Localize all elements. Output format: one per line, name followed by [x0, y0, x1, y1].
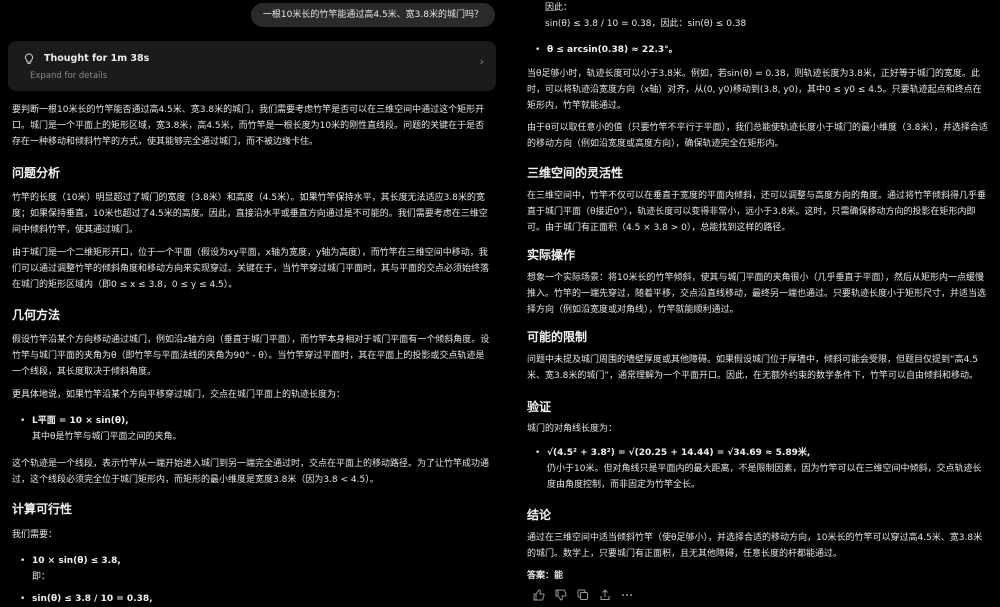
thought-subtitle: Expand for details: [30, 71, 108, 81]
verify-intro: 城门的对角线长度为：: [527, 424, 618, 434]
final-answer: 答案：能: [527, 571, 564, 581]
feasibility-formula-1-note: 即：: [32, 572, 51, 582]
geometry-paragraph-1: 假设竹竿沿某个方向移动通过城门，例如沿z轴方向（垂直于城门平面），而竹竿本身相对…: [12, 335, 490, 377]
problem-paragraph-2: 由于城门是一个二维矩形开口，位于一个平面（假设为xy平面，x轴为宽度，y轴为高度…: [12, 248, 490, 290]
heading-problem: 问题分析: [12, 166, 61, 180]
bulb-icon: [24, 53, 34, 64]
list-item: √(4.5² + 3.8²) = √(20.25 + 14.44) = √34.…: [527, 445, 990, 493]
right-pane: 因此： sin(θ) ≤ 3.8 / 10 = 0.38，因此：sin(θ) ≤…: [515, 0, 1000, 607]
list-item: 10 × sin(θ) ≤ 3.8, 即：: [12, 553, 493, 585]
chevron-right-icon[interactable]: ›: [480, 54, 484, 70]
left-pane: 一根10米长的竹竿能通过高4.5米、宽3.8米的城门吗？ Thought for…: [0, 0, 505, 607]
continued-text-1: 因此：: [545, 3, 573, 13]
flexibility-paragraph: 在三维空间中，竹竿不仅可以在垂直于宽度的平面内倾斜，还可以调整与高度方向的角度。…: [527, 191, 987, 233]
user-message: 一根10米长的竹竿能通过高4.5米、宽3.8米的城门吗？: [250, 3, 495, 27]
heading-geometry: 几何方法: [12, 308, 61, 322]
thumbs-down-icon[interactable]: [555, 589, 567, 601]
thought-title: Thought for 1m 38s: [44, 53, 150, 64]
conclusion-paragraph: 通过在三维空间中适当倾斜竹竿（使θ足够小），并选择合适的移动方向，10米长的竹竿…: [527, 533, 983, 559]
heading-3d-flexibility: 三维空间的灵活性: [527, 166, 624, 180]
heading-feasibility: 计算可行性: [12, 502, 73, 516]
theta-paragraph-2: 由于θ可以取任意小的值（只要竹竿不平行于平面），我们总能使轨迹长度小于城门的最小…: [527, 123, 988, 149]
copy-icon[interactable]: [577, 589, 589, 601]
heading-practice: 实际操作: [527, 248, 576, 262]
intro-paragraph: 要判断一根10米长的竹竿能否通过高4.5米、宽3.8米的城门，我们需要考虑竹竿是…: [12, 105, 485, 147]
list-item: L平面 = 10 × sin(θ), 其中θ是竹竿与城门平面之间的夹角。: [12, 413, 493, 445]
heading-conclusion: 结论: [527, 508, 552, 522]
verify-formula: √(4.5² + 3.8²) = √(20.25 + 14.44) = √34.…: [547, 448, 811, 458]
geometry-formula: L平面 = 10 × sin(θ),: [32, 416, 129, 426]
list-item: θ ≤ arcsin(0.38) ≈ 22.3°。: [527, 42, 990, 58]
practice-paragraph: 想象一个实际场景：将10米长的竹竿倾斜，使其与城门平面的夹角很小（几乎垂直于平面…: [527, 273, 987, 315]
feasibility-formula-2: sin(θ) ≤ 3.8 / 10 = 0.38,: [32, 594, 153, 604]
geometry-formula-note: 其中θ是竹竿与城门平面之间的夹角。: [32, 432, 182, 442]
list-item: sin(θ) ≤ 3.8 / 10 = 0.38,: [12, 591, 493, 607]
limits-paragraph: 问题中未提及城门周围的墙壁厚度或其他障碍。如果假设城门位于厚墙中，倾斜可能会受限…: [527, 355, 978, 381]
message-actions: [533, 589, 633, 601]
heading-verify: 验证: [527, 400, 552, 414]
thought-summary[interactable]: Thought for 1m 38s Expand for details ›: [8, 41, 496, 91]
geometry-paragraph-2: 更具体地说，如果竹竿沿某个方向平移穿过城门，交点在城门平面上的轨迹长度为：: [12, 390, 346, 400]
thumbs-up-icon[interactable]: [533, 589, 545, 601]
verify-note: 仍小于10米。但对角线只是平面内的最大距离，不是限制因素，因为竹竿可以在三维空间…: [547, 464, 982, 490]
feasibility-intro: 我们需要：: [12, 530, 58, 540]
theta-result: θ ≤ arcsin(0.38) ≈ 22.3°。: [547, 45, 678, 55]
continued-text-2: sin(θ) ≤ 3.8 / 10 = 0.38，因此：sin(θ) ≤ 0.3…: [545, 19, 747, 29]
geometry-paragraph-3: 这个轨迹是一个线段，表示竹竿从一端开始进入城门到另一端完全通过时，交点在平面上的…: [12, 459, 490, 485]
problem-paragraph-1: 竹竿的长度（10米）明显超过了城门的宽度（3.8米）和高度（4.5米）。如果竹竿…: [12, 193, 488, 235]
theta-paragraph-1: 当θ足够小时，轨迹长度可以小于3.8米。例如，若sin(θ) = 0.38，则轨…: [527, 69, 982, 111]
feasibility-formula-1: 10 × sin(θ) ≤ 3.8,: [32, 556, 121, 566]
share-icon[interactable]: [599, 589, 611, 601]
more-icon[interactable]: [621, 589, 633, 601]
heading-limits: 可能的限制: [527, 330, 588, 344]
